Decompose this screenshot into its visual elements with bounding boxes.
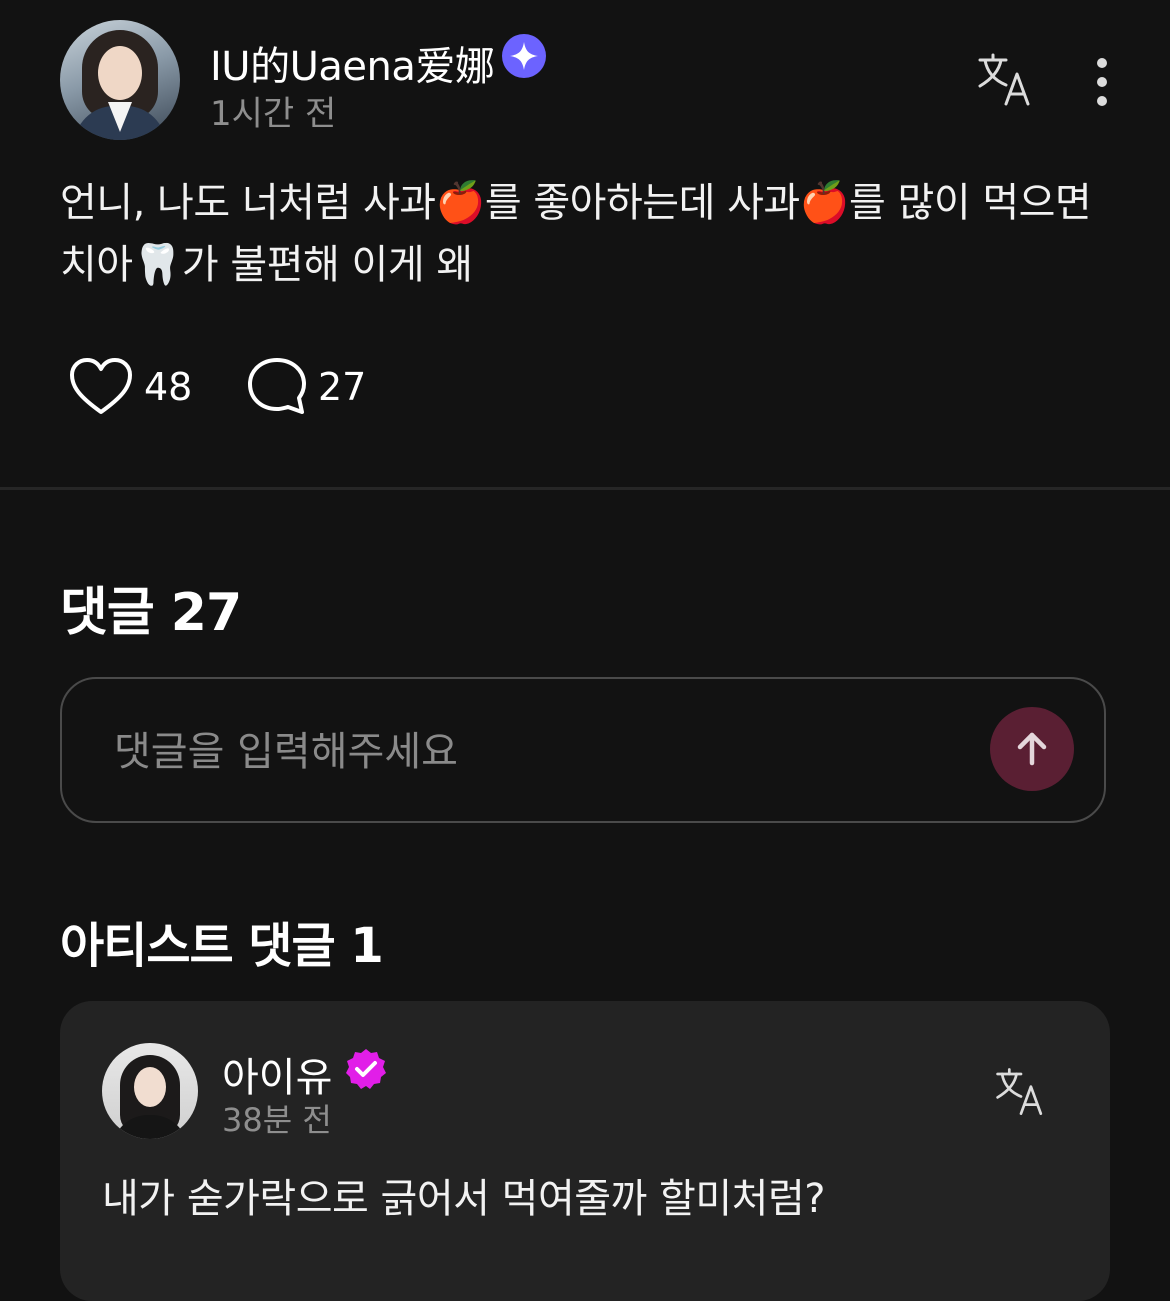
- send-button[interactable]: [990, 707, 1074, 791]
- author-name[interactable]: IU的Uaena爱娜: [210, 34, 495, 92]
- artist-comment-card: 아이유 38분 전 내가 숟가락으로 긁어서 먹여줄까 할미처럼?: [60, 1001, 1110, 1301]
- post-time: 1시간 전: [210, 94, 337, 134]
- comment-input[interactable]: [112, 715, 936, 789]
- section-divider: [0, 487, 1170, 490]
- post-header: IU的Uaena爱娜 1시간 전: [60, 20, 1110, 140]
- more-vertical-icon[interactable]: [1084, 56, 1120, 108]
- comment-count: 27: [318, 365, 367, 409]
- speech-bubble-icon: [248, 358, 306, 414]
- artist-comment-time: 38분 전: [222, 1101, 332, 1139]
- comment-button[interactable]: 27: [246, 352, 366, 422]
- artist-comment-text: 내가 숟가락으로 긁어서 먹여줄까 할미처럼?: [102, 1176, 826, 1222]
- comment-input-box: [60, 677, 1106, 823]
- like-count: 48: [144, 365, 193, 409]
- like-button[interactable]: 48: [68, 352, 192, 422]
- translate-icon[interactable]: [994, 1065, 1048, 1119]
- comments-title: 댓글 27: [60, 583, 242, 643]
- verified-badge-icon: [346, 1049, 386, 1089]
- artist-avatar[interactable]: [102, 1043, 198, 1139]
- sparkle-badge-icon: [502, 34, 546, 78]
- artist-comments-title: 아티스트 댓글 1: [60, 918, 384, 974]
- heart-icon: [70, 358, 132, 414]
- post-body: 언니, 나도 너처럼 사과🍎를 좋아하는데 사과🍎를 많이 먹으면 치아🦷가 불…: [60, 180, 1092, 288]
- translate-icon[interactable]: [976, 50, 1036, 110]
- author-avatar[interactable]: [60, 20, 180, 140]
- arrow-up-icon: [1017, 732, 1047, 766]
